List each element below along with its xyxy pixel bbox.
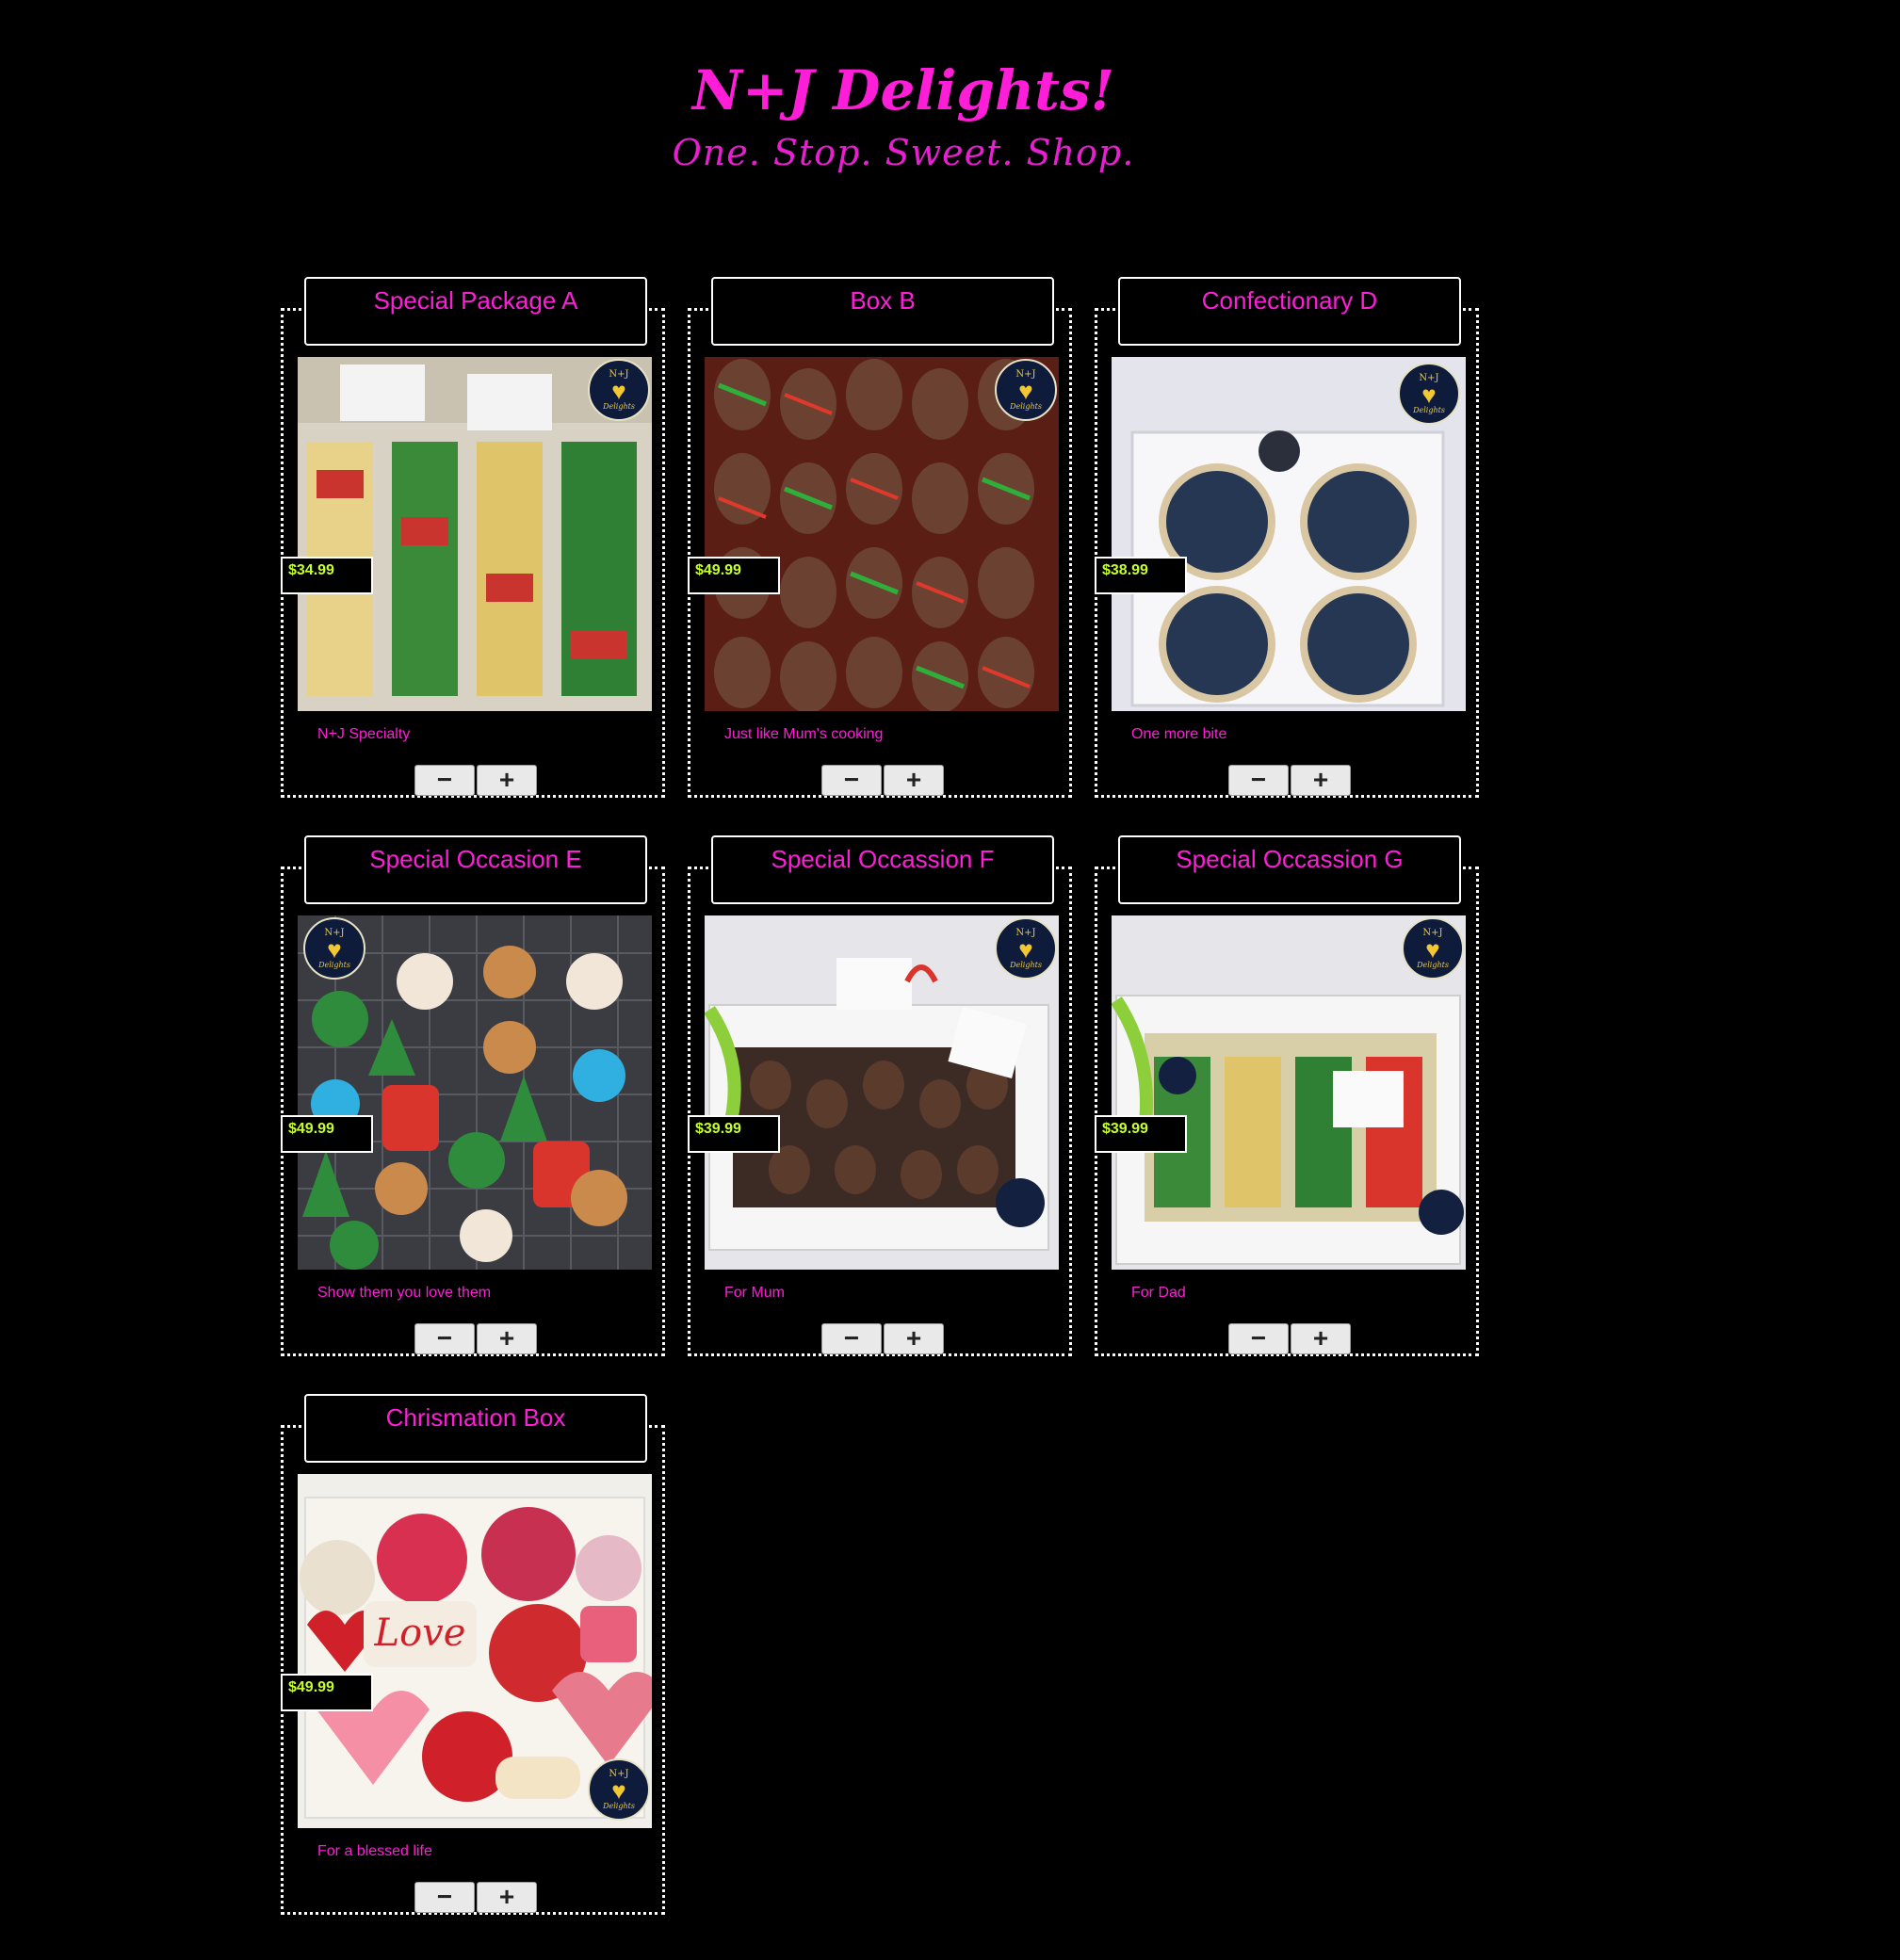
increase-quantity-button[interactable]: + — [477, 765, 537, 796]
decrease-quantity-button[interactable]: − — [414, 1323, 475, 1354]
product-card-special-package-a: Special Package A N+J ♥ Delights $34.99 N+… — [281, 277, 665, 798]
increase-quantity-button[interactable]: + — [1291, 765, 1351, 796]
product-title: Special Occassion F — [711, 835, 1054, 904]
product-photo[interactable]: N+J ♥ Delights — [705, 357, 1059, 711]
decrease-quantity-button[interactable]: − — [414, 765, 475, 796]
price-tag: $38.99 — [1095, 557, 1187, 594]
product-title: Box B — [711, 277, 1054, 346]
brand-logo-icon: N+J ♥ Delights — [588, 359, 650, 421]
price-tag: $49.99 — [688, 557, 780, 594]
product-title: Chrismation Box — [304, 1394, 647, 1463]
product-title: Special Package A — [304, 277, 647, 346]
quantity-controls: − + — [1228, 765, 1351, 796]
increase-quantity-button[interactable]: + — [884, 765, 944, 796]
decrease-quantity-button[interactable]: − — [821, 1323, 882, 1354]
brand-logo-icon: N+J ♥ Delights — [995, 917, 1057, 980]
increase-quantity-button[interactable]: + — [477, 1882, 537, 1913]
brand-logo-icon: N+J ♥ Delights — [995, 359, 1057, 421]
product-description: Just like Mum's cooking — [724, 726, 884, 742]
price-tag: $39.99 — [688, 1115, 780, 1153]
product-description: One more bite — [1131, 726, 1227, 742]
product-description: For Dad — [1131, 1285, 1186, 1301]
price-tag: $49.99 — [281, 1674, 373, 1711]
product-card-special-occasion-e: Special Occasion E N+J ♥ Delights $49.99 S… — [281, 835, 665, 1356]
product-description: For a blessed life — [317, 1843, 432, 1859]
quantity-controls: − + — [414, 765, 537, 796]
site-title: N+J Delights! — [691, 58, 1115, 122]
product-description: N+J Specialty — [317, 726, 411, 742]
svg-text:Love: Love — [374, 1612, 466, 1655]
brand-logo-icon: N+J ♥ Delights — [1398, 363, 1460, 425]
product-photo[interactable]: N+J ♥ Delights — [298, 915, 652, 1270]
product-photo[interactable]: N+J ♥ Delights — [1112, 357, 1466, 711]
quantity-controls: − + — [414, 1323, 537, 1354]
product-photo[interactable]: N+J ♥ Delights — [1112, 915, 1466, 1270]
decrease-quantity-button[interactable]: − — [1228, 1323, 1289, 1354]
product-card-special-occassion-f: Special Occassion F N+J ♥ Delights $39.99 … — [688, 835, 1072, 1356]
brand-logo-icon: N+J ♥ Delights — [1402, 917, 1464, 980]
product-card-chrismation-box: Chrismation Box Love N+J ♥ Delights $49.99… — [281, 1394, 665, 1915]
product-title: Special Occassion G — [1118, 835, 1461, 904]
brand-logo-icon: N+J ♥ Delights — [588, 1758, 650, 1821]
product-card-confectionary-d: Confectionary D N+J ♥ Delights $38.99 One … — [1095, 277, 1479, 798]
quantity-controls: − + — [1228, 1323, 1351, 1354]
decrease-quantity-button[interactable]: − — [414, 1882, 475, 1913]
product-description: For Mum — [724, 1285, 785, 1301]
product-title: Confectionary D — [1118, 277, 1461, 346]
brand-logo-icon: N+J ♥ Delights — [303, 917, 365, 980]
product-photo[interactable]: Love N+J ♥ Delights — [298, 1474, 652, 1828]
increase-quantity-button[interactable]: + — [884, 1323, 944, 1354]
quantity-controls: − + — [821, 765, 944, 796]
site-tagline: One. Stop. Sweet. Shop. — [672, 132, 1135, 173]
product-photo[interactable]: N+J ♥ Delights — [705, 915, 1059, 1270]
product-card-box-b: Box B N+J ♥ Delights $49.99 Just like Mu… — [688, 277, 1072, 798]
price-tag: $34.99 — [281, 557, 373, 594]
quantity-controls: − + — [821, 1323, 944, 1354]
price-tag: $49.99 — [281, 1115, 373, 1153]
decrease-quantity-button[interactable]: − — [821, 765, 882, 796]
product-card-special-occassion-g: Special Occassion G N+J ♥ Delights $39.99 … — [1095, 835, 1479, 1356]
product-title: Special Occasion E — [304, 835, 647, 904]
product-photo[interactable]: N+J ♥ Delights — [298, 357, 652, 711]
increase-quantity-button[interactable]: + — [477, 1323, 537, 1354]
product-description: Show them you love them — [317, 1285, 492, 1301]
decrease-quantity-button[interactable]: − — [1228, 765, 1289, 796]
increase-quantity-button[interactable]: + — [1291, 1323, 1351, 1354]
quantity-controls: − + — [414, 1882, 537, 1913]
price-tag: $39.99 — [1095, 1115, 1187, 1153]
